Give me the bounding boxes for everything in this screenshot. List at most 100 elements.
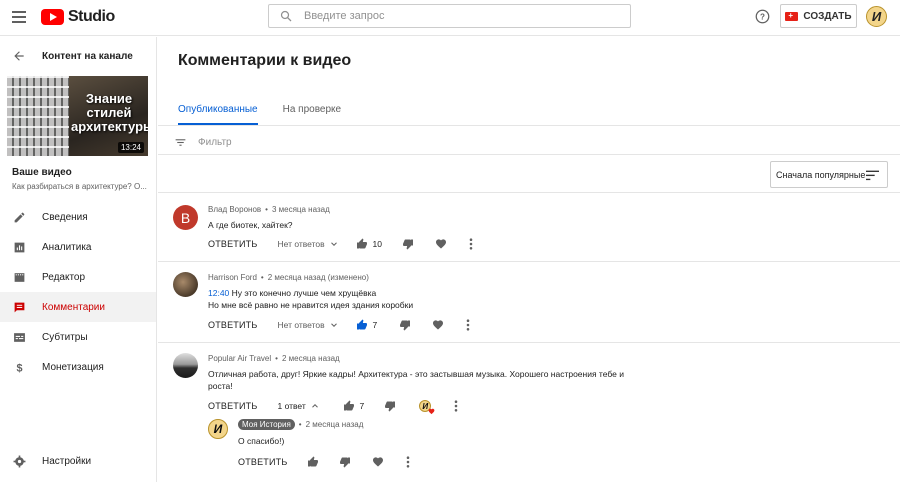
comment-author[interactable]: Popular Air Travel (208, 354, 271, 363)
more-vert-icon[interactable] (454, 400, 458, 412)
comment-meta: Влад Воронов • 3 месяца назад (208, 205, 330, 214)
heart-icon[interactable] (432, 319, 444, 331)
avatar[interactable]: В (173, 205, 198, 230)
thumb-down-icon[interactable] (339, 456, 351, 468)
menu-icon[interactable] (12, 11, 26, 23)
filter-bar[interactable]: Фильтр (174, 136, 232, 149)
sidebar-item-subtitles[interactable]: Субтитры (0, 322, 156, 352)
chevron-down-icon (330, 242, 337, 246)
comment-actions: ОТВЕТИТЬ (238, 456, 410, 468)
comment-text: О спасибо!) (238, 436, 285, 446)
main-content: Комментарии к видео Опубликованные На пр… (158, 37, 900, 482)
comment-thread: Harrison Ford • 2 месяца назад (изменено) … (158, 262, 900, 342)
avatar[interactable] (173, 272, 198, 297)
comment-tabs: Опубликованные На проверке (178, 104, 366, 125)
thumb-up-icon[interactable] (343, 400, 355, 412)
arrow-back-icon (14, 51, 24, 61)
studio-logo[interactable]: Studio (41, 8, 115, 26)
sidebar-item-label: Монетизация (42, 361, 104, 373)
replies-label: 1 ответ (277, 401, 306, 411)
sidebar: Контент на канале Знание стилей архитект… (0, 37, 157, 482)
sidebar-item-label: Аналитика (42, 241, 92, 253)
comment-actions: ОТВЕТИТЬ 1 ответ 7 И (208, 399, 458, 415)
help-icon[interactable]: ? (755, 9, 770, 29)
sidebar-item-label: Субтитры (42, 331, 88, 343)
comment-thread: Popular Air Travel • 2 месяца назад Отличн… (158, 343, 900, 482)
comment-actions: ОТВЕТИТЬ Нет ответов 7 (208, 319, 470, 331)
sidebar-item-editor[interactable]: Редактор (0, 262, 156, 292)
sidebar-item-monetization[interactable]: $ Монетизация (0, 352, 156, 382)
timestamp-link[interactable]: 12:40 (208, 288, 229, 298)
comment-text-line: Но мне всё равно не нравится идея здания… (208, 300, 414, 310)
creator-heart-icon[interactable]: И (418, 399, 435, 415)
replies-toggle[interactable]: Нет ответов (277, 239, 342, 249)
comment-time[interactable]: 2 месяца назад (изменено) (268, 273, 369, 282)
subtitles-icon (12, 330, 26, 344)
account-avatar[interactable]: И (866, 6, 887, 27)
heart-icon[interactable] (435, 238, 447, 250)
thumb-down-icon[interactable] (399, 319, 411, 331)
sidebar-item-details[interactable]: Сведения (0, 202, 156, 232)
create-button[interactable]: СОЗДАТЬ (780, 4, 857, 28)
replies-label: Нет ответов (277, 320, 325, 330)
reply-button[interactable]: ОТВЕТИТЬ (208, 239, 257, 249)
like-count: 10 (372, 239, 382, 249)
your-video-heading: Ваше видео (12, 167, 72, 178)
replies-toggle[interactable]: 1 ответ (277, 401, 323, 411)
more-vert-icon[interactable] (466, 319, 470, 331)
divider (158, 125, 900, 126)
comment-time[interactable]: 2 месяца назад (306, 420, 364, 429)
sort-icon (866, 170, 879, 181)
gear-icon (12, 454, 26, 468)
comment-author[interactable]: Моя История (238, 419, 295, 430)
like-count: 7 (372, 320, 378, 330)
comment-text: Отличная работа, друг! Яркие кадры! Архи… (208, 369, 624, 391)
youtube-logo-icon (41, 9, 64, 25)
replies-toggle[interactable]: Нет ответов (277, 320, 342, 330)
avatar[interactable] (173, 353, 198, 378)
thumb-down-icon[interactable] (384, 400, 396, 412)
divider (158, 154, 900, 155)
sort-dropdown[interactable]: Сначала популярные (770, 161, 888, 188)
more-vert-icon[interactable] (406, 456, 410, 468)
top-bar: Studio ? СОЗДАТЬ И (0, 0, 900, 36)
search-input[interactable] (304, 10, 604, 22)
thumb-down-icon[interactable] (402, 238, 414, 250)
sort-label: Сначала популярные (776, 169, 866, 180)
comment-author[interactable]: Влад Воронов (208, 205, 261, 214)
search-box[interactable] (268, 4, 631, 28)
reply-button[interactable]: ОТВЕТИТЬ (208, 320, 257, 330)
analytics-icon (12, 240, 26, 254)
heart-icon[interactable] (372, 456, 384, 468)
thumb-up-icon[interactable] (307, 456, 319, 468)
thumbnail-title: Знание стилей архитектуры (71, 91, 148, 134)
chevron-up-icon (311, 404, 318, 408)
thumb-up-icon[interactable] (356, 319, 368, 331)
like-count: 7 (359, 401, 365, 411)
comment-meta: Popular Air Travel • 2 месяца назад (208, 354, 340, 363)
more-vert-icon[interactable] (469, 238, 473, 250)
comment-author[interactable]: Harrison Ford (208, 273, 257, 282)
reply-button[interactable]: ОТВЕТИТЬ (208, 401, 257, 411)
page-title: Комментарии к видео (178, 52, 352, 69)
comment-text: 12:40 Ну это конечно лучше чем хрущёвка … (208, 287, 638, 311)
comment-actions: ОТВЕТИТЬ Нет ответов 10 (208, 238, 473, 250)
thumb-up-icon[interactable] (356, 238, 368, 250)
video-thumbnail[interactable]: Знание стилей архитектуры 13:24 (7, 76, 148, 156)
filter-input[interactable]: Фильтр (198, 137, 232, 148)
tab-held-for-review[interactable]: На проверке (283, 104, 341, 125)
svg-text:?: ? (760, 13, 765, 22)
dollar-icon: $ (12, 360, 26, 374)
comment-time[interactable]: 2 месяца назад (282, 354, 340, 363)
sidebar-item-analytics[interactable]: Аналитика (0, 232, 156, 262)
back-to-content-button[interactable]: Контент на канале (12, 49, 133, 63)
sidebar-item-comments[interactable]: Комментарии (0, 292, 156, 322)
comment-meta: Harrison Ford • 2 месяца назад (изменено) (208, 273, 369, 282)
comment-time[interactable]: 3 месяца назад (272, 205, 330, 214)
reply-button[interactable]: ОТВЕТИТЬ (238, 457, 287, 467)
avatar[interactable]: И (208, 419, 228, 439)
video-title[interactable]: Как разбираться в архитектуре? О... (12, 182, 152, 191)
tab-published[interactable]: Опубликованные (178, 104, 258, 125)
comment-meta: Моя История • 2 месяца назад (238, 419, 364, 430)
sidebar-item-settings[interactable]: Настройки (0, 446, 156, 476)
